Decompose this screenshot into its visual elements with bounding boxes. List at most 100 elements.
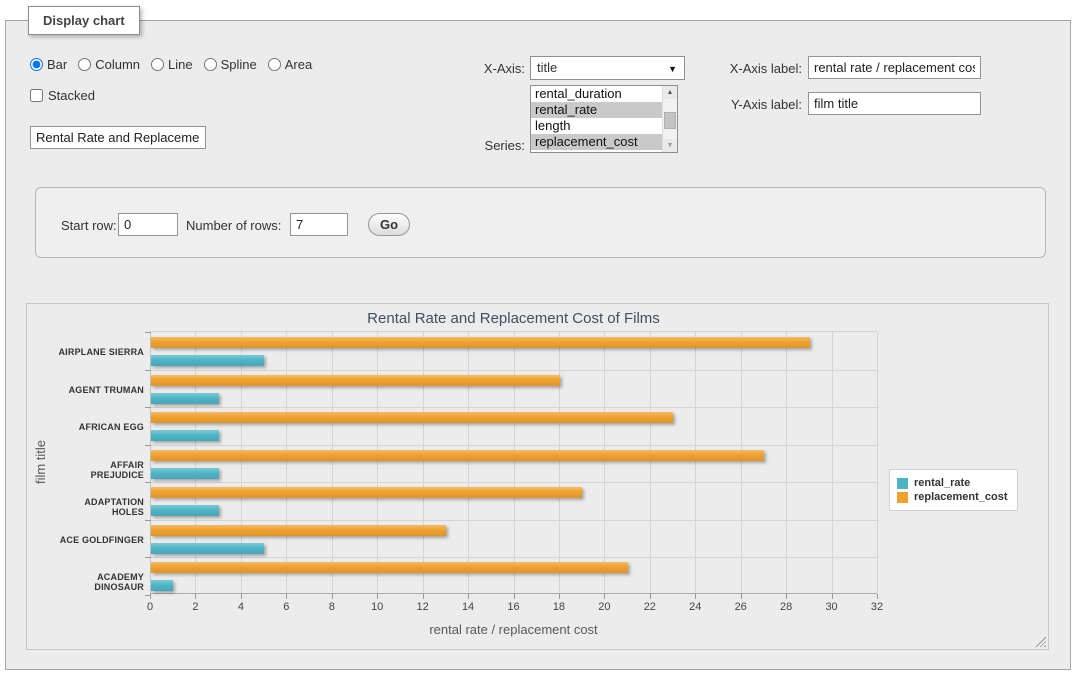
rental_rate-bar[interactable] — [151, 505, 219, 516]
chart-type-option-bar[interactable]: Bar — [30, 57, 67, 72]
x-axis-tick-label: 0 — [135, 601, 165, 613]
stacked-option[interactable]: Stacked — [30, 88, 95, 103]
chart-type-radio-area[interactable] — [268, 58, 281, 71]
rental_rate-bar[interactable] — [151, 393, 219, 404]
gridline — [877, 332, 878, 593]
x-axis-tick-label: 16 — [499, 601, 529, 613]
plot-area — [150, 331, 877, 594]
number-of-rows-label: Number of rows: — [186, 218, 281, 233]
x-axis-tick-label: 28 — [771, 601, 801, 613]
scroll-up-icon[interactable]: ▲ — [663, 86, 677, 99]
x-axis-tick-label: 32 — [862, 601, 892, 613]
x-axis-tick-label: 22 — [635, 601, 665, 613]
gridline — [695, 332, 696, 593]
replacement_cost-bar[interactable] — [151, 375, 560, 386]
number-of-rows-input[interactable] — [290, 213, 348, 236]
chart-title: Rental Rate and Replacement Cost of Film… — [150, 310, 877, 327]
start-row-label: Start row: — [61, 218, 117, 233]
category-label: AGENT TRUMAN — [56, 385, 144, 395]
rental_rate-bar[interactable] — [151, 543, 264, 554]
x-axis-tick-label: 24 — [680, 601, 710, 613]
y-axis-label-label: Y-Axis label: — [680, 97, 802, 112]
gridline — [832, 332, 833, 593]
x-axis-tick-label: 26 — [726, 601, 756, 613]
chart-type-option-spline[interactable]: Spline — [204, 57, 257, 72]
scrollbar-thumb[interactable] — [664, 112, 676, 129]
start-row-input[interactable] — [118, 213, 178, 236]
x-axis-tick-label: 2 — [180, 601, 210, 613]
series-option-rental_rate[interactable]: rental_rate — [531, 102, 662, 118]
x-axis-tick-label: 20 — [589, 601, 619, 613]
chart-type-option-line[interactable]: Line — [151, 57, 193, 72]
replacement_cost-bar[interactable] — [151, 337, 810, 348]
replacement_cost-bar[interactable] — [151, 525, 446, 536]
stacked-checkbox[interactable] — [30, 89, 43, 102]
series-option-rental_duration[interactable]: rental_duration — [531, 86, 662, 102]
gridline — [241, 332, 242, 593]
series-listbox[interactable]: rental_durationrental_ratelengthreplacem… — [530, 85, 678, 153]
series-options: rental_durationrental_ratelengthreplacem… — [531, 86, 662, 152]
gridline — [514, 332, 515, 593]
y-axis-title: film title — [33, 362, 49, 562]
gridline — [151, 407, 877, 408]
x-axis-tick — [286, 594, 287, 599]
chart-type-option-column[interactable]: Column — [78, 57, 140, 72]
rental_rate-bar[interactable] — [151, 355, 264, 366]
replacement_cost-bar[interactable] — [151, 562, 628, 573]
chart-title-input[interactable] — [30, 126, 206, 149]
gridline — [151, 482, 877, 483]
legend-item-replacement_cost[interactable]: replacement_cost — [897, 491, 1008, 503]
y-axis-label-input[interactable] — [808, 92, 981, 115]
x-axis-title: rental rate / replacement cost — [150, 622, 877, 637]
category-label: ADAPTATION HOLES — [56, 497, 144, 517]
x-axis-label-input[interactable] — [808, 56, 981, 79]
resize-grip-icon[interactable] — [1035, 636, 1046, 647]
x-axis-select[interactable]: title ▼ — [530, 56, 685, 80]
gridline — [423, 332, 424, 593]
chart-type-label: Column — [95, 57, 140, 72]
x-axis-tick — [832, 594, 833, 599]
gridline — [151, 445, 877, 446]
chart-type-options: Bar Column Line Spline Area — [30, 57, 323, 72]
x-axis-tick — [423, 594, 424, 599]
listbox-scrollbar[interactable]: ▲ ▼ — [662, 86, 677, 152]
replacement_cost-bar[interactable] — [151, 487, 582, 498]
rental_rate-bar[interactable] — [151, 430, 219, 441]
category-label: ACE GOLDFINGER — [56, 535, 144, 545]
x-axis-tick-label: 4 — [226, 601, 256, 613]
rental_rate-bar[interactable] — [151, 580, 173, 591]
legend-item-rental_rate[interactable]: rental_rate — [897, 477, 1008, 489]
chevron-down-icon: ▼ — [668, 64, 677, 74]
replacement_cost-bar[interactable] — [151, 450, 764, 461]
chart-container: Rental Rate and Replacement Cost of Film… — [26, 303, 1049, 650]
chart-type-radio-column[interactable] — [78, 58, 91, 71]
gridline — [786, 332, 787, 593]
x-axis-tick — [195, 594, 196, 599]
x-axis-tick — [559, 594, 560, 599]
x-axis-tick — [741, 594, 742, 599]
gridline — [332, 332, 333, 593]
rental_rate-bar[interactable] — [151, 468, 219, 479]
gridline — [377, 332, 378, 593]
chart-type-label: Line — [168, 57, 193, 72]
chart-type-label: Bar — [47, 57, 67, 72]
category-tick — [145, 482, 151, 483]
gridline — [151, 370, 877, 371]
series-option-length[interactable]: length — [531, 118, 662, 134]
x-axis-tick — [150, 594, 151, 599]
series-option-replacement_cost[interactable]: replacement_cost — [531, 134, 662, 150]
scroll-down-icon[interactable]: ▼ — [663, 139, 677, 152]
x-axis-tick — [514, 594, 515, 599]
chart-type-radio-spline[interactable] — [204, 58, 217, 71]
category-tick — [145, 445, 151, 446]
chart-type-option-area[interactable]: Area — [268, 57, 312, 72]
x-axis-label-label: X-Axis label: — [680, 61, 802, 76]
replacement_cost-bar[interactable] — [151, 412, 673, 423]
chart-type-radio-bar[interactable] — [30, 58, 43, 71]
category-label: ACADEMY DINOSAUR — [56, 572, 144, 592]
chart-type-radio-line[interactable] — [151, 58, 164, 71]
category-tick — [145, 332, 151, 333]
go-button[interactable]: Go — [368, 213, 410, 236]
x-axis-tick-label: 12 — [408, 601, 438, 613]
category-label: AIRPLANE SIERRA — [56, 347, 144, 357]
